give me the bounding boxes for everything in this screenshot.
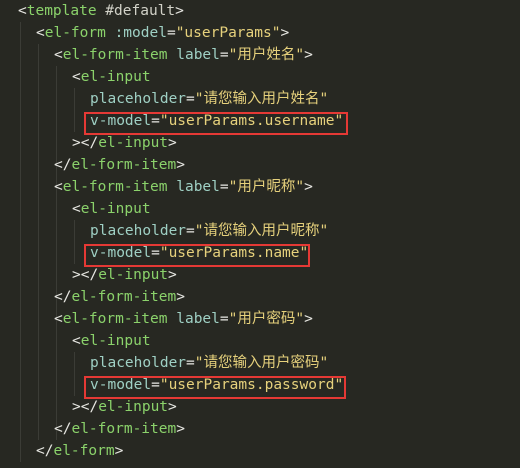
code-line[interactable]: <el-form-item label="用户姓名">	[54, 44, 313, 66]
code-line[interactable]: <el-form-item label="用户密码">	[54, 308, 313, 330]
code-token: >	[304, 47, 313, 63]
code-token: ></	[72, 135, 99, 151]
code-token: el-input	[98, 399, 169, 415]
code-line[interactable]: ></el-input>	[72, 396, 177, 418]
code-token: >	[176, 421, 185, 437]
code-token: "请您输入用户姓名"	[194, 91, 329, 107]
code-token: </	[36, 443, 54, 459]
code-token: ></	[72, 399, 99, 415]
code-token: </	[54, 421, 72, 437]
code-token: >	[168, 135, 177, 151]
code-line[interactable]: <el-form :model="userParams">	[36, 22, 289, 44]
code-line[interactable]: <el-input	[72, 330, 151, 352]
code-line[interactable]: placeholder="请您输入用户昵称"	[90, 220, 328, 242]
code-line[interactable]: <template #default>	[18, 0, 184, 22]
code-token: placeholder	[90, 355, 187, 371]
code-token: </	[54, 289, 72, 305]
code-token: "用户密码"	[228, 311, 305, 327]
code-token: el-form-item	[62, 179, 168, 195]
code-token: label	[167, 47, 220, 63]
code-token: el-form-item	[62, 311, 168, 327]
code-token: =	[219, 311, 229, 327]
code-token: :model	[105, 25, 167, 41]
code-token: label	[167, 311, 220, 327]
code-token: template	[26, 3, 97, 19]
code-token: "userParams"	[175, 25, 281, 41]
code-token: </	[54, 157, 72, 173]
code-token: =	[219, 179, 229, 195]
code-line[interactable]: ></el-input>	[72, 132, 177, 154]
code-line[interactable]: ></el-input>	[72, 264, 177, 286]
code-token: ></	[72, 267, 99, 283]
code-token: >	[280, 25, 290, 41]
code-token: el-form-item	[71, 289, 177, 305]
code-token: <	[54, 311, 63, 327]
code-line[interactable]: <el-input	[72, 198, 151, 220]
code-token: >	[168, 267, 177, 283]
code-editor[interactable]: <template #default> <el-form :model="user…	[0, 0, 520, 468]
code-token: >	[168, 399, 177, 415]
code-token: placeholder	[90, 91, 187, 107]
code-token: <	[72, 333, 81, 349]
code-token: placeholder	[90, 223, 187, 239]
code-token: >	[304, 311, 313, 327]
code-token: <	[18, 3, 27, 19]
code-token: el-input	[98, 135, 169, 151]
code-token: <	[54, 47, 63, 63]
code-token: el-form	[44, 25, 106, 41]
indent-guide	[74, 88, 75, 132]
code-line[interactable]: <el-input	[72, 66, 151, 88]
code-token: =	[186, 355, 195, 371]
code-token: el-input	[98, 267, 169, 283]
code-token: >	[304, 179, 313, 195]
code-token: >	[114, 443, 124, 459]
indent-guide	[20, 22, 21, 462]
code-token: =	[219, 47, 229, 63]
code-line[interactable]: </el-form-item>	[54, 154, 185, 176]
code-line[interactable]: </el-form-item>	[54, 418, 185, 440]
code-token: <	[72, 69, 81, 85]
code-line[interactable]: <el-form-item label="用户昵称">	[54, 176, 313, 198]
code-token: "用户姓名"	[228, 47, 305, 63]
code-line[interactable]: </el-form>	[36, 440, 123, 462]
code-line[interactable]: placeholder="请您输入用户姓名"	[90, 88, 328, 110]
code-token: el-input	[80, 201, 151, 217]
indent-guide	[74, 220, 75, 264]
code-token: el-form-item	[71, 421, 177, 437]
code-line[interactable]: </el-form-item>	[54, 286, 185, 308]
code-token: >	[176, 157, 185, 173]
highlight-box-password	[84, 376, 346, 399]
code-token: label	[167, 179, 220, 195]
code-token: el-form-item	[71, 157, 177, 173]
indent-guide	[74, 352, 75, 396]
code-token: >	[175, 3, 184, 19]
code-token: el-form	[53, 443, 115, 459]
highlight-box-name	[84, 244, 310, 267]
indent-guide	[56, 66, 57, 440]
code-token: #default	[96, 3, 176, 19]
code-token: "请您输入用户密码"	[194, 355, 329, 371]
code-token: <	[36, 25, 45, 41]
code-token: =	[186, 91, 195, 107]
code-token: "请您输入用户昵称"	[194, 223, 329, 239]
code-token: el-form-item	[62, 47, 168, 63]
code-token: =	[186, 223, 195, 239]
code-token: el-input	[80, 333, 151, 349]
code-token: <	[54, 179, 63, 195]
code-line[interactable]: placeholder="请您输入用户密码"	[90, 352, 328, 374]
code-token: el-input	[80, 69, 151, 85]
highlight-box-username	[84, 112, 348, 135]
code-token: <	[72, 201, 81, 217]
indent-guide	[38, 44, 39, 440]
code-token: "用户昵称"	[228, 179, 305, 195]
code-token: =	[166, 25, 176, 41]
code-token: >	[176, 289, 185, 305]
